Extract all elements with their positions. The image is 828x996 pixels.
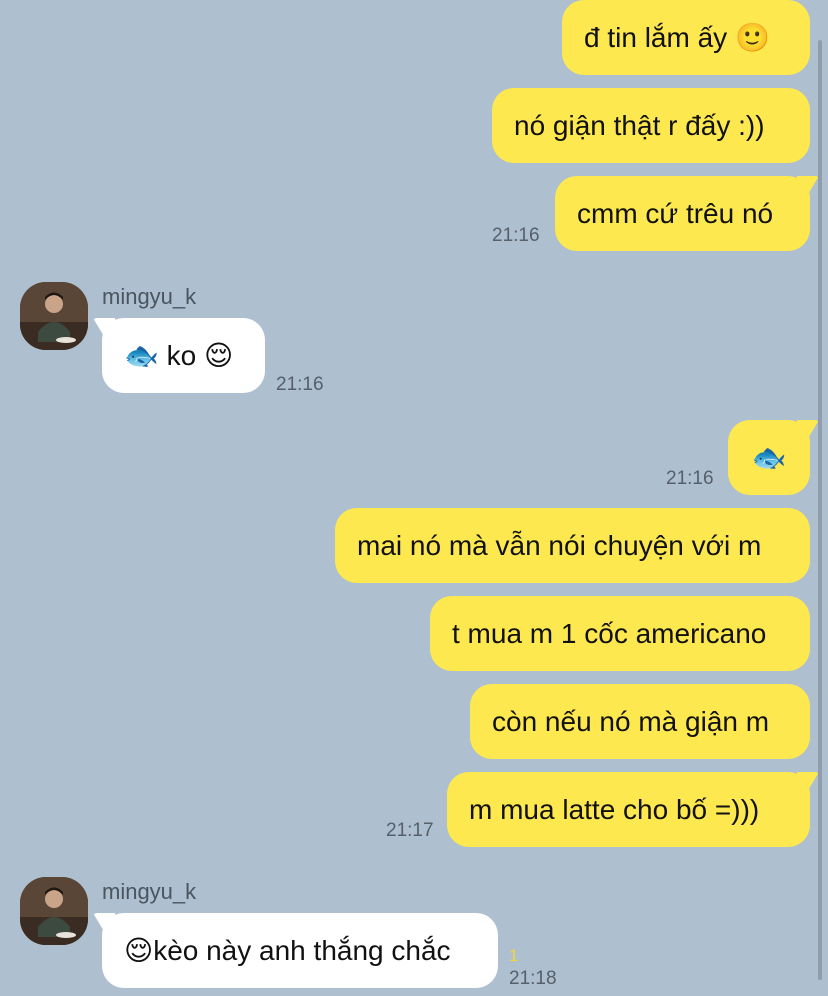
outgoing-message[interactable]: t mua m 1 cốc americano: [430, 596, 810, 671]
message-text: 🐟: [751, 442, 787, 473]
outgoing-message[interactable]: 🐟: [728, 420, 819, 495]
message-time: 21:16: [276, 374, 324, 395]
message-time: 21:18: [509, 968, 557, 989]
message-text: mai nó mà vẫn nói chuyện với m: [357, 530, 762, 561]
chat-area[interactable]: đ tin lắm ấy 🙂 nó giận thật r đấy :)) cm…: [0, 0, 828, 996]
message-text: còn nếu nó mà giận m: [492, 706, 770, 737]
outgoing-message[interactable]: còn nếu nó mà giận m: [470, 684, 810, 759]
avatar-photo: [20, 877, 88, 945]
message-text: cmm cứ trêu nó: [577, 198, 774, 229]
sender-name: mingyu_k: [102, 284, 197, 309]
outgoing-message[interactable]: nó giận thật r đấy :)): [492, 88, 810, 163]
message-text: m mua latte cho bố =))): [469, 794, 760, 825]
message-text: 🐟 ko 😌: [124, 340, 234, 371]
message-text: 😌kèo này anh thắng chắc: [124, 935, 451, 966]
outgoing-message[interactable]: cmm cứ trêu nó: [555, 176, 819, 251]
message-time: 21:16: [492, 225, 540, 246]
incoming-message[interactable]: 😌kèo này anh thắng chắc: [93, 913, 498, 988]
bubble-tail: [93, 913, 115, 935]
scrollbar[interactable]: [818, 40, 822, 980]
incoming-message[interactable]: 🐟 ko 😌: [93, 318, 265, 393]
outgoing-message[interactable]: mai nó mà vẫn nói chuyện với m: [335, 508, 810, 583]
message-text: nó giận thật r đấy :)): [514, 110, 765, 141]
avatar[interactable]: [20, 282, 88, 350]
avatar-photo: [20, 282, 88, 350]
message-time: 21:16: [666, 468, 714, 489]
bubble-tail: [797, 176, 819, 198]
message-text: t mua m 1 cốc americano: [452, 618, 767, 649]
unread-count: 1: [509, 946, 519, 965]
outgoing-message[interactable]: m mua latte cho bố =))): [447, 772, 819, 847]
bubble-tail: [93, 318, 115, 340]
bubble-tail: [797, 420, 819, 442]
avatar[interactable]: [20, 877, 88, 945]
outgoing-message[interactable]: đ tin lắm ấy 🙂: [562, 0, 810, 75]
message-time: 21:17: [386, 820, 434, 841]
sender-name: mingyu_k: [102, 879, 197, 904]
bubble-tail: [797, 772, 819, 794]
message-text: đ tin lắm ấy 🙂: [584, 22, 770, 53]
